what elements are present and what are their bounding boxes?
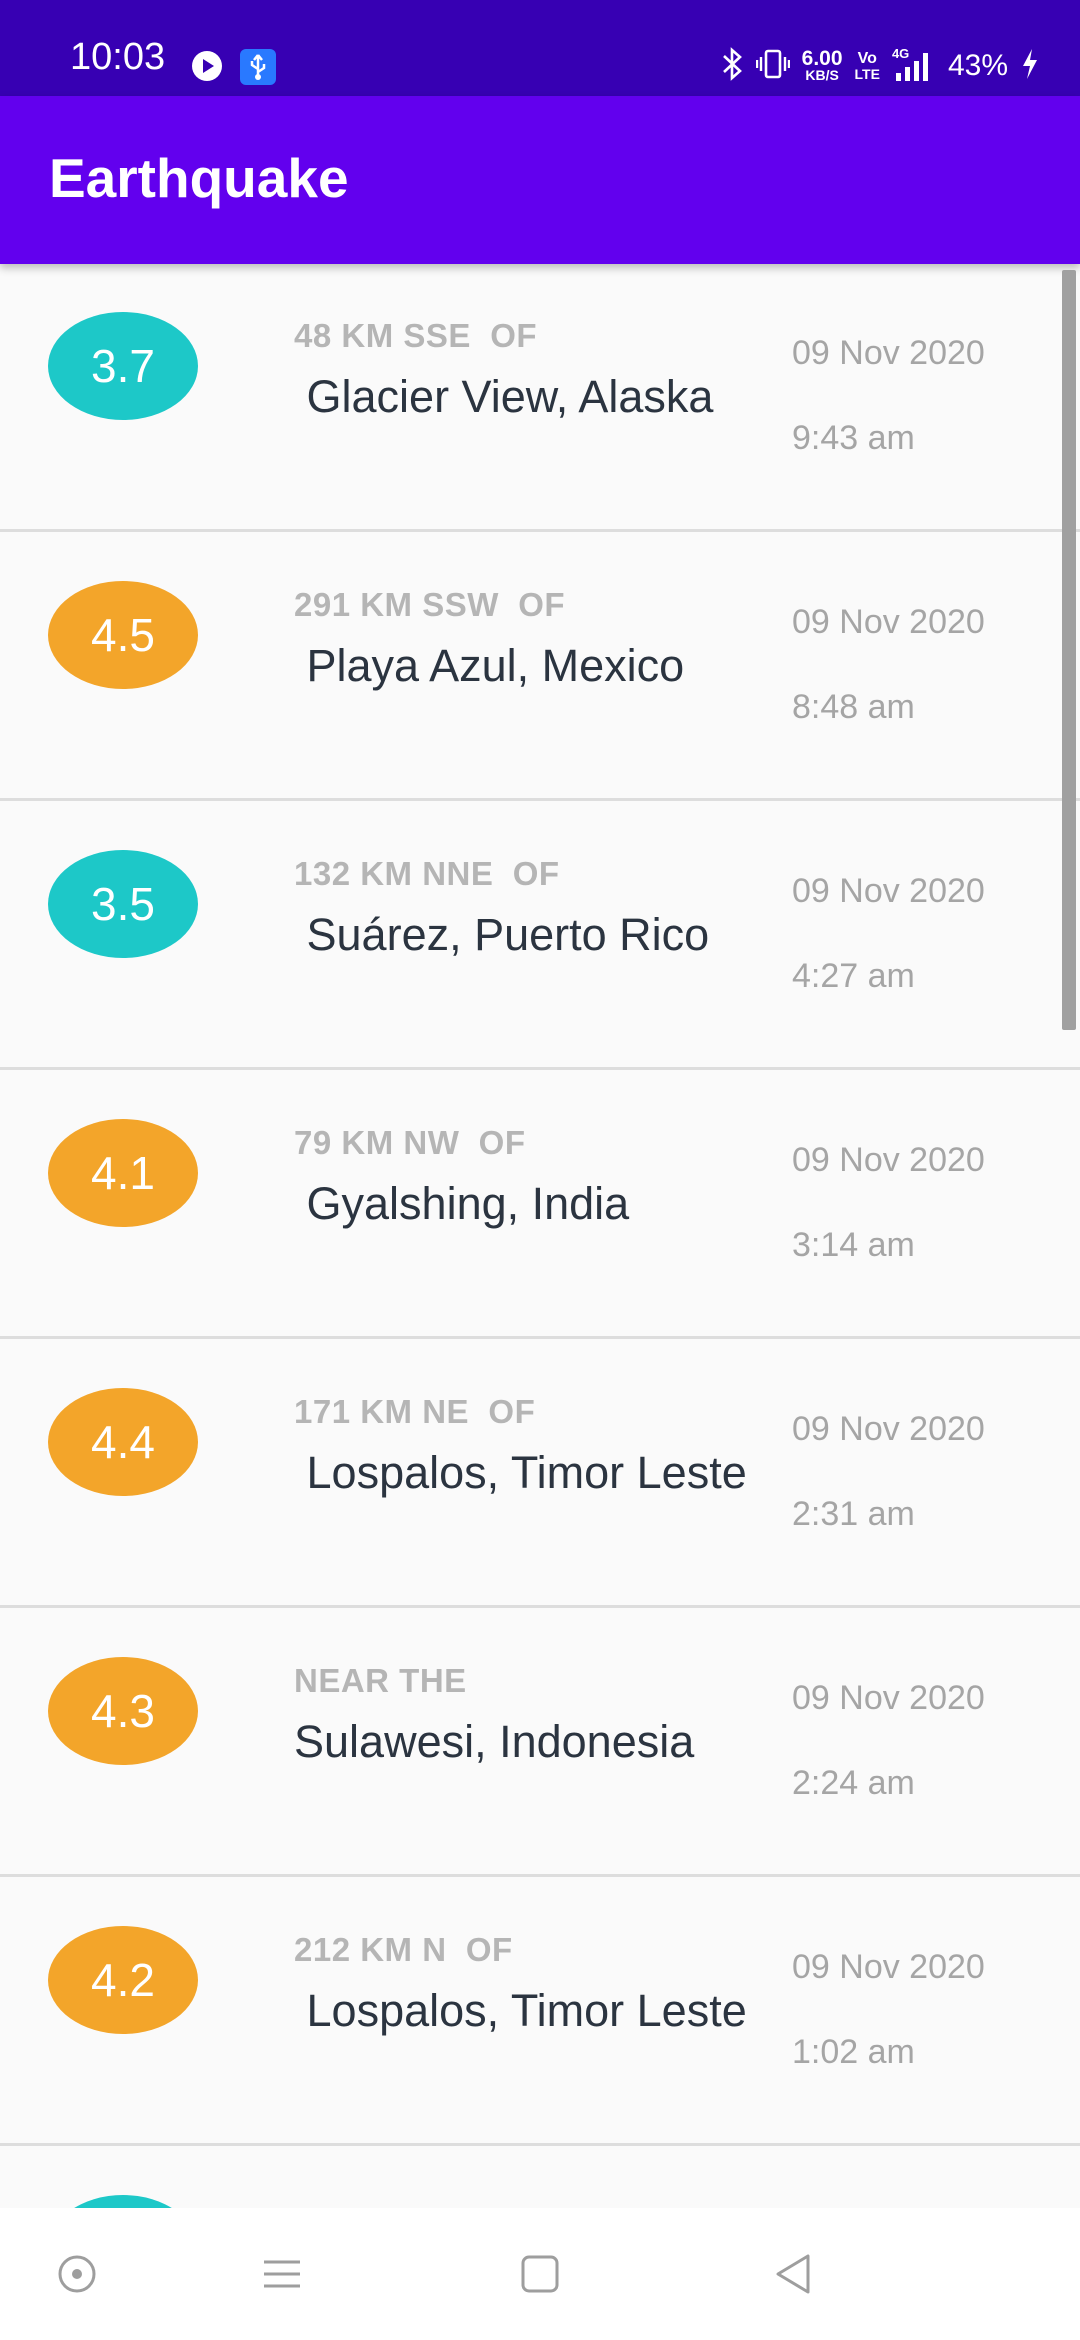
magnitude-badge: 4.4	[48, 1388, 198, 1496]
time-label: 4:27 am	[792, 957, 915, 995]
magnitude-badge: 4.1	[48, 1119, 198, 1227]
signal-icon: 4G	[892, 46, 936, 83]
time-label: 2:24 am	[792, 1764, 915, 1802]
assistant-icon[interactable]	[47, 2244, 107, 2304]
status-bar: 10:03 6.00 KB/S Vo LTE 4G 43%	[0, 0, 1080, 96]
usb-icon	[240, 49, 276, 90]
home-square-icon[interactable]	[510, 2244, 570, 2304]
location-offset: 79 KM NW OF	[294, 1124, 526, 1161]
list-item[interactable]: 4.5 291 KM SSW OF Playa Azul, Mexico 09 …	[0, 533, 1080, 801]
date-label: 09 Nov 2020	[792, 1679, 985, 1717]
magnitude-badge	[48, 2195, 198, 2208]
time-label: 3:14 am	[792, 1226, 915, 1264]
location-offset: 171 KM NE OF	[294, 1393, 536, 1430]
play-icon	[190, 49, 224, 88]
date-label: 09 Nov 2020	[792, 334, 985, 372]
earthquake-list[interactable]: 3.7 48 KM SSE OF Glacier View, Alaska 09…	[0, 264, 1080, 2208]
menu-icon[interactable]	[252, 2244, 312, 2304]
magnitude-badge: 3.5	[48, 850, 198, 958]
volte-badge: Vo LTE	[854, 50, 880, 82]
bluetooth-icon	[720, 46, 744, 86]
screen: 10:03 6.00 KB/S Vo LTE 4G 43% Earthquake…	[0, 0, 1080, 2340]
date-label: 09 Nov 2020	[792, 1410, 985, 1448]
location-offset: NEAR THE	[294, 1662, 467, 1699]
date-label: 09 Nov 2020	[792, 603, 985, 641]
list-scrollbar[interactable]	[1062, 270, 1076, 1030]
time-label: 9:43 am	[792, 419, 915, 457]
location-offset: 132 KM NNE OF	[294, 855, 560, 892]
list-item[interactable]: 4.1 79 KM NW OF Gyalshing, India 09 Nov …	[0, 1071, 1080, 1339]
network-speed: 6.00 KB/S	[801, 47, 843, 83]
list-item[interactable]: 3.7 48 KM SSE OF Glacier View, Alaska 09…	[0, 264, 1080, 532]
app-title: Earthquake	[49, 147, 349, 209]
list-item[interactable]	[0, 2147, 1080, 2208]
primary-location: Lospalos, Timor Leste	[294, 1447, 747, 1498]
app-bar: Earthquake	[0, 96, 1080, 264]
list-item[interactable]: 4.4 171 KM NE OF Lospalos, Timor Leste 0…	[0, 1340, 1080, 1608]
vibrate-icon	[755, 47, 790, 86]
back-triangle-icon[interactable]	[764, 2244, 824, 2304]
battery-percent: 43%	[947, 49, 1008, 82]
location-offset: 48 KM SSE OF	[294, 317, 538, 354]
primary-location: Suárez, Puerto Rico	[294, 909, 710, 960]
navigation-bar	[0, 2208, 1080, 2340]
primary-location: Sulawesi, Indonesia	[294, 1716, 695, 1767]
primary-location: Gyalshing, India	[294, 1178, 630, 1229]
time-label: 2:31 am	[792, 1495, 915, 1533]
magnitude-badge: 4.5	[48, 581, 198, 689]
date-label: 09 Nov 2020	[792, 1948, 985, 1986]
magnitude-badge: 3.7	[48, 312, 198, 420]
magnitude-badge: 4.3	[48, 1657, 198, 1765]
date-label: 09 Nov 2020	[792, 872, 985, 910]
magnitude-badge: 4.2	[48, 1926, 198, 2034]
location-offset: 291 KM SSW OF	[294, 586, 566, 623]
time-label: 8:48 am	[792, 688, 915, 726]
time-label: 1:02 am	[792, 2033, 915, 2071]
date-label: 09 Nov 2020	[792, 1141, 985, 1179]
primary-location: Playa Azul, Mexico	[294, 640, 685, 691]
list-item[interactable]: 4.3 NEAR THE Sulawesi, Indonesia 09 Nov …	[0, 1609, 1080, 1877]
list-item[interactable]: 3.5 132 KM NNE OF Suárez, Puerto Rico 09…	[0, 802, 1080, 1070]
status-time: 10:03	[70, 36, 166, 78]
charging-icon	[1020, 47, 1040, 86]
status-right-icons: 6.00 KB/S Vo LTE 4G 43%	[720, 46, 1040, 86]
list-item[interactable]: 4.2 212 KM N OF Lospalos, Timor Leste 09…	[0, 1878, 1080, 2146]
location-offset: 212 KM N OF	[294, 1931, 513, 1968]
primary-location: Lospalos, Timor Leste	[294, 1985, 747, 2036]
primary-location: Glacier View, Alaska	[294, 371, 714, 422]
